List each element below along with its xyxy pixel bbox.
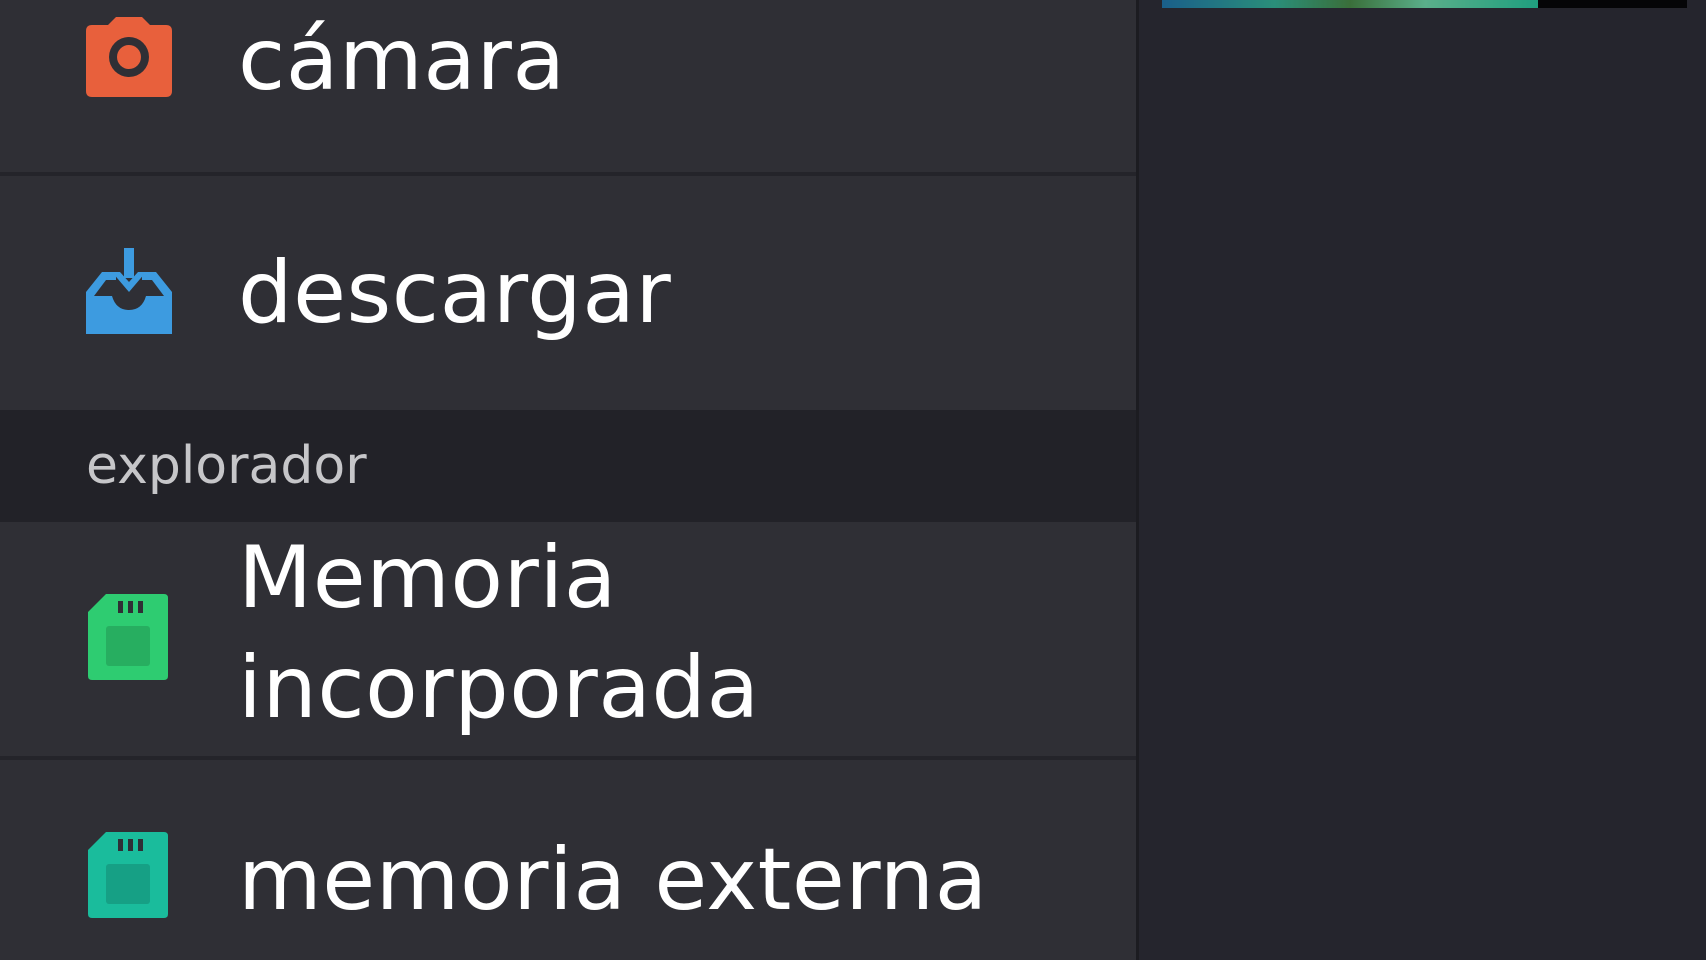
download-tray-icon	[86, 248, 172, 334]
drawer-item-label: descargar	[238, 243, 672, 343]
drawer-item-label: cámara	[238, 10, 566, 110]
app-screen: cámara descargar explorador Memoria inco…	[0, 0, 1706, 960]
thumbnail-image[interactable]	[1538, 0, 1687, 8]
thumbnail-strip[interactable]	[1162, 0, 1687, 8]
section-header-explorer: explorador	[0, 410, 1136, 522]
sd-card-icon	[88, 832, 168, 918]
drawer-item-label: memoria externa	[238, 830, 988, 930]
drawer-item-label-line2: incorporada	[238, 638, 760, 738]
drawer-item-download[interactable]: descargar	[0, 176, 1136, 410]
drawer-item-label-line1: Memoria	[238, 528, 617, 628]
drawer-item-camera[interactable]: cámara	[0, 0, 1136, 172]
section-header-label: explorador	[86, 436, 367, 496]
navigation-drawer: cámara descargar explorador Memoria inco…	[0, 0, 1136, 960]
content-pane	[1139, 0, 1706, 960]
camera-icon	[86, 14, 172, 100]
sd-card-icon	[88, 594, 168, 680]
drawer-item-external-storage[interactable]: memoria externa	[0, 760, 1136, 960]
drawer-item-internal-storage[interactable]: Memoria incorporada	[0, 522, 1136, 756]
thumbnail-image[interactable]	[1162, 0, 1538, 8]
